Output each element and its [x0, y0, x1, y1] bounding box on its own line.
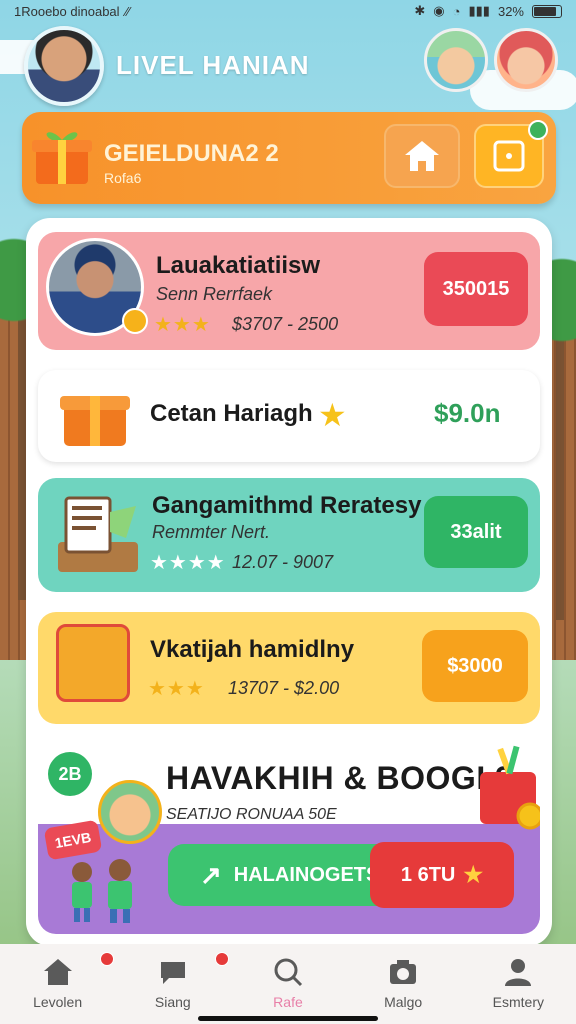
price-range: 12.07 - 9007 [232, 552, 334, 572]
nav-item-siang[interactable]: Siang [123, 952, 229, 1010]
star-icon: ★ [463, 862, 484, 887]
battery-icon [532, 4, 562, 18]
nav-label: Levolen [33, 994, 83, 1010]
pill-value: 350015 [442, 277, 510, 300]
camera-icon [390, 960, 417, 984]
banner-subtitle: Rofa6 [104, 170, 142, 186]
page-title: LIVEL HANIAN [116, 50, 310, 80]
offer-title: Lauakatiatiisw [156, 252, 321, 279]
inventory-button[interactable] [474, 120, 548, 188]
notification-badge [214, 952, 229, 966]
package-icon [60, 396, 130, 446]
promo-claim-label: 1 6TU [400, 863, 456, 886]
signal-icon: ⁄⁄ [125, 3, 130, 19]
coin-icon [122, 308, 148, 334]
profile-icon [505, 959, 532, 986]
nav-label: Rafe [273, 994, 303, 1010]
banner-title: GEIELDUNA2 2 [104, 140, 279, 167]
price-range: 13707 - $2.00 [228, 678, 340, 698]
promo-action-label: HALAINOGETS [233, 863, 380, 886]
wifi-icon: ◔ [452, 3, 461, 19]
home-icon [405, 141, 439, 171]
status-bar: 1Rooebo dinoabal ⁄⁄ ✱ ◉ ◔ ▮▮▮ 32% [0, 0, 576, 22]
kid-portrait-icon [56, 624, 130, 702]
nav-label: Esmtery [492, 994, 545, 1010]
gift-icon [32, 132, 92, 184]
offer-card[interactable]: Cetan Hariagh ★ $9.0n [38, 370, 540, 462]
star-icon: ★ [318, 397, 347, 433]
offer-title: Vkatijah hamidlny [150, 636, 355, 663]
notification-badge [99, 952, 114, 966]
nav-item-malgo[interactable]: Malgo [353, 956, 453, 1010]
promo-subtitle: SEATIJO RONUAA 50E [166, 806, 337, 823]
gift-bag-icon [480, 745, 540, 830]
rating-stars: ★★★★ [150, 552, 226, 574]
user-avatar[interactable] [24, 26, 104, 106]
nav-item-rafe[interactable]: Rafe [238, 956, 338, 1010]
chat-icon [160, 962, 185, 984]
pill-value: 33alit [450, 520, 502, 543]
offer-title: Gangamithmd Reratesy [152, 492, 422, 519]
battery-text: 32% [497, 3, 524, 19]
box-icon [493, 140, 525, 172]
home-icon [43, 959, 72, 985]
offers-panel: Lauakatiatiisw Senn Rerrfaek ★★★ $3707 -… [26, 218, 552, 946]
offer-price: $9.0n [434, 398, 501, 428]
friend-avatar-1[interactable] [424, 28, 488, 92]
price-range: $3707 - 2500 [232, 314, 339, 334]
kids-illustration [72, 859, 132, 923]
document-icon [58, 496, 138, 572]
promo-claim-button[interactable]: 1 6TU ★ [370, 842, 514, 908]
offer-subtitle: Remmter Nert. [152, 522, 271, 542]
home-indicator[interactable] [198, 1016, 378, 1021]
nav-item-levolen[interactable]: Levolen [8, 952, 114, 1010]
nav-item-esmtery[interactable]: Esmtery [468, 956, 568, 1010]
reward-banner[interactable]: GEIELDUNA2 2 Rofa6 [22, 112, 556, 204]
home-button[interactable] [384, 124, 460, 188]
nav-label: Siang [154, 994, 191, 1010]
offer-title: Cetan Hariagh [150, 400, 313, 427]
rating-stars: ★★★ [154, 314, 211, 336]
promo-badge: 2B [48, 752, 92, 796]
bottom-navigation: Levolen Siang Rafe Malgo Esmtery [0, 944, 576, 1024]
location-icon: ◉ [433, 3, 445, 18]
link-icon: ↗ [200, 859, 222, 890]
offer-card[interactable]: Lauakatiatiisw Senn Rerrfaek ★★★ $3707 -… [38, 232, 540, 350]
pill-value: $3000 [447, 654, 503, 677]
bluetooth-icon: ✱ [414, 3, 426, 18]
price-pill[interactable]: 350015 [424, 252, 528, 326]
promo-title: HAVAKHIH & BOOGI 3 [166, 760, 514, 796]
promo-card[interactable]: 2B HAVAKHIH & BOOGI 3 SEATIJO RONUAA 50E… [38, 744, 540, 934]
cellular-icon: ▮▮▮ [468, 3, 490, 18]
mascot-avatar [98, 780, 162, 844]
friend-avatar-2[interactable] [494, 28, 558, 92]
offer-card[interactable]: Gangamithmd Reratesy Remmter Nert. ★★★★ … [38, 478, 540, 592]
status-text: 1Rooebo dinoabal [14, 3, 120, 19]
nav-label: Malgo [384, 994, 423, 1010]
app-header: LIVEL HANIAN [0, 24, 576, 108]
price-pill[interactable]: 33alit [424, 496, 528, 568]
search-icon [274, 958, 303, 987]
offer-card[interactable]: Vkatijah hamidlny ★★★ 13707 - $2.00 $300… [38, 612, 540, 724]
offer-subtitle: Senn Rerrfaek [156, 284, 273, 304]
rating-stars: ★★★ [148, 678, 205, 700]
notification-dot [528, 120, 548, 140]
price-pill[interactable]: $3000 [422, 630, 528, 702]
